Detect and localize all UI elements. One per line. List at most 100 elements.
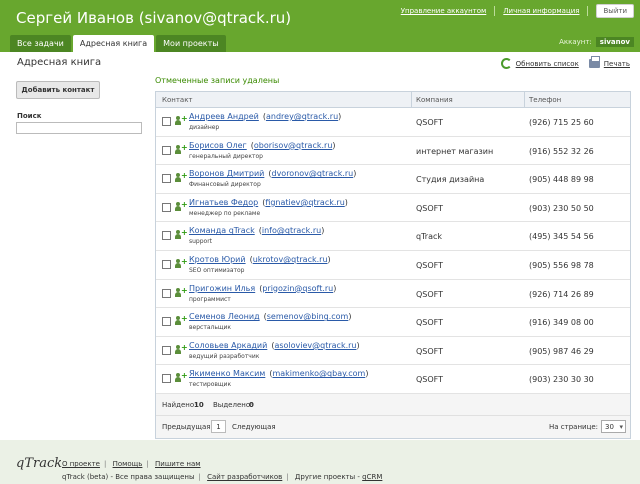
- refresh-action[interactable]: Обновить список: [500, 58, 579, 69]
- contact-email: (andrey@qtrack.ru): [262, 112, 342, 121]
- row-checkbox[interactable]: [162, 317, 171, 327]
- table-row: + Игнатьев Федор (fignatiev@qtrack.ru) мене…: [156, 193, 630, 223]
- contact-email-link[interactable]: andrey@qtrack.ru: [266, 112, 338, 121]
- print-link[interactable]: Печать: [604, 60, 630, 68]
- contact-email-link[interactable]: prigozin@qsoft.ru: [262, 284, 333, 293]
- page-number-input[interactable]: 1: [211, 419, 226, 433]
- print-action[interactable]: Печать: [588, 56, 630, 68]
- contact-email-link[interactable]: semenov@bing.com: [267, 312, 349, 321]
- contact-phone: (903) 230 50 50: [529, 203, 594, 213]
- contact-phone: (926) 714 26 89: [529, 289, 594, 299]
- contact-name-link[interactable]: Команда qTrack: [189, 226, 255, 235]
- contact-phone: (905) 987 46 29: [529, 346, 594, 356]
- add-icon[interactable]: +: [181, 172, 188, 180]
- row-checkbox[interactable]: [162, 231, 171, 241]
- contact-name-link[interactable]: Пригожин Илья: [189, 284, 255, 293]
- column-phone[interactable]: Телефон: [529, 96, 561, 104]
- contact-name-link[interactable]: Кротов Юрий: [189, 255, 246, 264]
- contact-email: (oborisov@qtrack.ru): [250, 140, 336, 150]
- contact-title: тестировщик: [189, 381, 232, 389]
- per-page-select[interactable]: 30: [601, 419, 626, 433]
- contact-name-link[interactable]: Андреев Андрей: [189, 112, 259, 121]
- add-icon[interactable]: +: [181, 229, 188, 237]
- other-projects-text: Другие проекты -: [294, 473, 360, 481]
- contact-company: QSOFT: [416, 318, 444, 328]
- contact-name-link[interactable]: Семенов Леонид: [189, 312, 260, 321]
- pagination: Предыдущая 1 Следующая На странице: 30: [156, 415, 630, 438]
- row-checkbox[interactable]: [162, 288, 171, 298]
- contact-email-link[interactable]: asoloviev@qtrack.ru: [274, 341, 356, 350]
- contact-email-link[interactable]: fignatiev@qtrack.ru: [265, 198, 344, 207]
- contact-company: qTrack: [416, 232, 443, 242]
- contact-email: (makimenko@qbay.com): [269, 369, 369, 379]
- add-icon[interactable]: +: [181, 286, 188, 294]
- developers-link[interactable]: Сайт разработчиков: [207, 473, 282, 481]
- contact-title: верстальщик: [189, 324, 232, 332]
- contact-email-link[interactable]: makimenko@qbay.com: [272, 369, 365, 378]
- add-icon[interactable]: +: [181, 200, 188, 208]
- account-user-badge[interactable]: sivanov: [595, 37, 634, 47]
- top-links: Управление аккаунтом Личная информация В…: [393, 4, 640, 18]
- divider: [524, 92, 525, 108]
- column-company[interactable]: Компания: [416, 96, 453, 104]
- contact-name-link[interactable]: Игнатьев Федор: [189, 198, 258, 207]
- found-count: 10: [194, 400, 204, 409]
- add-icon[interactable]: +: [181, 143, 188, 151]
- row-checkbox[interactable]: [162, 374, 171, 384]
- next-page-link[interactable]: Следующая: [232, 423, 276, 431]
- add-icon[interactable]: +: [181, 115, 188, 123]
- main-tabs: Все задачи Адресная книга Мои проекты: [10, 35, 228, 52]
- contact-name-link[interactable]: Борисов Олег: [189, 141, 247, 150]
- tab-my-projects[interactable]: Мои проекты: [156, 35, 226, 52]
- contact-email-link[interactable]: dvoronov@qtrack.ru: [271, 169, 353, 178]
- contact-email: (asoloviev@qtrack.ru): [271, 340, 360, 350]
- logo-text: qTrack: [16, 456, 63, 471]
- page-user-title: Сергей Иванов (sivanov@qtrack.ru): [16, 9, 292, 27]
- contact-name-link[interactable]: Воронов Дмитрий: [189, 169, 264, 178]
- help-link[interactable]: Помощь: [113, 460, 143, 468]
- contact-title: SEO оптимизатор: [189, 266, 245, 274]
- row-checkbox[interactable]: [162, 259, 171, 269]
- add-icon[interactable]: +: [181, 372, 188, 380]
- contact-name-link[interactable]: Соловьев Аркадий: [189, 341, 267, 350]
- table-row: + Андреев Андрей (andrey@qtrack.ru) дизайне…: [156, 108, 630, 137]
- about-link[interactable]: О проекте: [62, 460, 100, 468]
- qcrm-link[interactable]: qCRM: [362, 473, 382, 481]
- qtrack-logo[interactable]: qTrack: [16, 456, 62, 471]
- add-icon[interactable]: +: [181, 257, 188, 265]
- personal-info-link[interactable]: Личная информация: [503, 7, 579, 15]
- contact-phone: (916) 552 32 26: [529, 146, 594, 156]
- logout-button[interactable]: Выйти: [596, 4, 634, 18]
- tab-address-book[interactable]: Адресная книга: [72, 35, 155, 52]
- contact-email-link[interactable]: ukrotov@qtrack.ru: [253, 255, 328, 264]
- add-icon[interactable]: +: [181, 315, 188, 323]
- row-checkbox[interactable]: [162, 174, 171, 184]
- contact-cell: Андреев Андрей (andrey@qtrack.ru): [189, 112, 341, 121]
- search-input[interactable]: [16, 122, 142, 134]
- add-icon[interactable]: +: [181, 343, 188, 351]
- copyright-text: qTrack (beta) - Все права защищены: [62, 473, 195, 481]
- contact-cell: Пригожин Илья (prigozin@qsoft.ru): [189, 284, 336, 293]
- selected-count: 0: [249, 400, 254, 409]
- row-checkbox[interactable]: [162, 145, 171, 155]
- row-checkbox[interactable]: [162, 345, 171, 355]
- refresh-link[interactable]: Обновить список: [516, 60, 579, 68]
- contact-email-link[interactable]: oborisov@qtrack.ru: [254, 141, 333, 150]
- contact-us-link[interactable]: Пишите нам: [155, 460, 201, 468]
- manage-account-link[interactable]: Управление аккаунтом: [401, 7, 487, 15]
- add-contact-button[interactable]: Добавить контакт: [16, 81, 100, 99]
- prev-page-link[interactable]: Предыдущая: [162, 423, 210, 431]
- row-checkbox[interactable]: [162, 202, 171, 212]
- contact-name-link[interactable]: Якименко Максим: [189, 369, 265, 378]
- tab-all-tasks[interactable]: Все задачи: [10, 35, 71, 52]
- status-message: Отмеченные записи удалены: [155, 76, 280, 85]
- column-contact[interactable]: Контакт: [162, 96, 193, 104]
- contact-phone: (903) 230 30 30: [529, 375, 594, 385]
- contact-email-link[interactable]: info@qtrack.ru: [262, 226, 321, 235]
- divider: [587, 6, 589, 16]
- row-checkbox[interactable]: [162, 117, 171, 126]
- contact-cell: Семенов Леонид (semenov@bing.com): [189, 312, 351, 321]
- footer-copyright: qTrack (beta) - Все права защищены | Сайт…: [62, 473, 383, 481]
- contact-phone: (905) 448 89 98: [529, 175, 594, 185]
- contact-phone: (926) 715 25 60: [529, 118, 594, 127]
